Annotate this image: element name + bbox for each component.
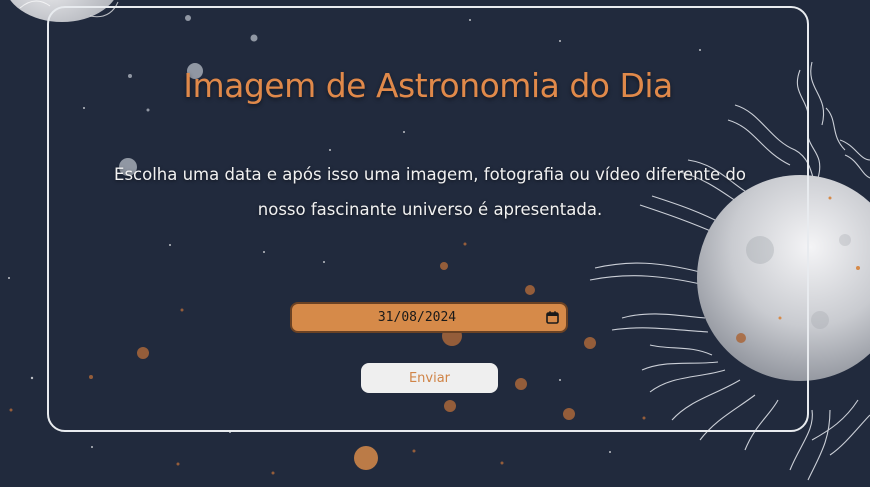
page-description: Escolha uma data e após isso uma imagem,… xyxy=(114,165,746,219)
page-title: Imagem de Astronomia do Dia xyxy=(183,66,673,105)
date-input[interactable]: 31/08/2024 xyxy=(290,302,568,333)
calendar-icon[interactable] xyxy=(546,311,559,324)
date-value: 31/08/2024 xyxy=(377,310,457,325)
submit-button[interactable]: Enviar xyxy=(361,363,498,393)
